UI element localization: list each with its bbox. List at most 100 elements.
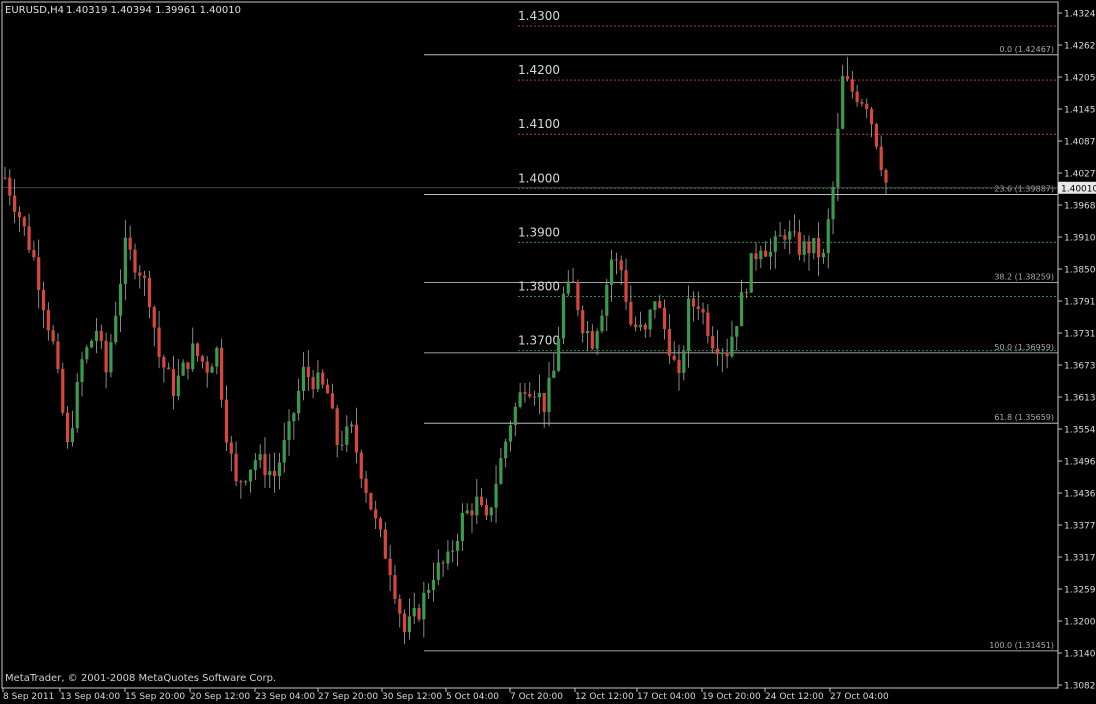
candle-body [3,177,7,179]
candle-body [99,330,103,341]
candle-body [557,338,561,371]
candle-body [682,351,686,374]
candle-body [340,444,344,446]
candle-body [451,550,455,552]
candle-body [220,347,224,400]
candle-body [167,367,171,370]
x-tick-label: 20 Sep 12:00 [190,692,250,702]
candle-body [90,340,94,348]
candle-body [788,231,792,240]
fib-level-label: 100.0 (1.31451) [989,641,1054,650]
candle-body [143,275,147,278]
candle-body [807,241,811,254]
candle-body [812,238,816,254]
candle-body [609,259,614,285]
candle-body [104,340,108,373]
candle-body [768,251,773,257]
price-chart[interactable]: 1.4300 1.4200 1.4100 1.4000 1.3900 1.3800 1.37… [0,0,1096,704]
y-tick-label: 1.39100 [1064,234,1096,244]
candle-body [56,341,60,369]
candle-body [605,284,609,316]
candle-body [874,124,878,147]
candle-body [552,370,556,378]
candle-body [70,428,74,443]
candle-body [460,513,464,541]
candle-body [253,460,257,470]
candle-body [162,356,166,368]
candle-body [41,290,46,311]
candle-body [181,362,185,376]
x-tick-label: 27 Sep 20:00 [318,692,378,702]
candle-body [884,170,888,183]
candle-body [383,529,387,559]
candle-body [513,406,517,426]
candle-body [27,226,31,250]
candle-body [542,392,546,412]
candle-body [826,219,830,254]
candle-body [277,462,282,476]
candle-body [191,343,195,370]
candle-body [749,253,753,293]
candle-body [335,408,339,446]
candle-body [195,343,200,357]
candle-body [94,330,99,341]
round-level-label: 1.4000 [518,171,560,185]
candle-body [624,270,628,302]
candle-body [508,425,513,442]
candle-body [802,241,806,255]
candle-body [157,327,161,357]
candle-body [441,562,445,564]
candle-body [114,315,118,343]
candle-body [239,481,243,483]
candle-body [783,235,787,240]
candle-body [879,146,883,171]
round-level-label: 1.3900 [518,225,560,239]
candle-body [855,91,859,103]
symbol-title: EURUSD,H4 [5,5,64,16]
y-tick-label: 1.36730 [1064,362,1096,372]
y-tick-label: 1.30820 [1064,682,1096,692]
candle-body [393,575,397,599]
candle-body [869,108,874,125]
candle-body [417,607,421,620]
candle-body [345,426,349,445]
y-tick-label: 1.33175 [1064,554,1096,564]
candle-body [123,237,127,284]
y-tick-label: 1.37915 [1064,298,1096,308]
candle-body [773,236,777,252]
candle-body [778,235,782,237]
candle-body [499,458,503,484]
y-tick-label: 1.34360 [1064,490,1096,500]
candle-body [614,259,619,261]
candle-body [677,359,681,374]
candle-body [658,301,662,308]
candle-body [532,396,537,398]
candle-body [374,509,378,519]
round-level-label: 1.3800 [518,280,560,294]
candle-body [715,348,720,355]
candle-body [46,310,50,331]
candle-body [667,329,671,356]
candle-body [711,336,715,349]
candle-body [595,331,599,349]
candle-body [480,496,484,506]
candle-body [80,359,84,382]
candle-body [860,102,864,104]
candle-body [51,330,55,342]
candle-body [109,342,113,373]
candle-body [85,347,89,360]
candle-body [629,301,633,325]
round-level-label: 1.3700 [518,334,560,348]
candle-body [465,510,469,514]
candle-body [32,249,36,258]
y-tick-label: 1.37315 [1064,330,1096,340]
candle-body [600,315,604,332]
candle-body [672,355,676,360]
candle-body [316,372,320,390]
candle-body [248,469,253,482]
round-level-label: 1.4200 [518,63,560,77]
candle-body [325,384,330,394]
candle-body [841,76,845,129]
candle-body [638,324,643,328]
candle-body [744,292,748,294]
